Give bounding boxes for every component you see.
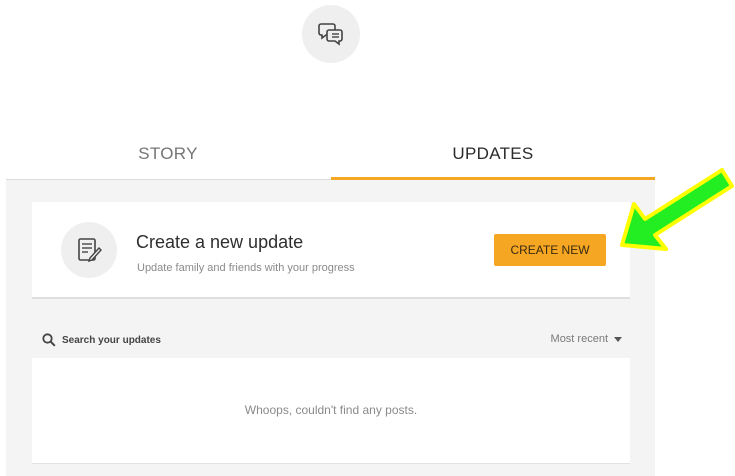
- tab-story[interactable]: STORY: [6, 128, 330, 180]
- speech-bubbles-icon: [318, 23, 343, 46]
- search-bar: Most recent: [32, 330, 630, 350]
- caret-down-icon: [614, 336, 622, 342]
- tab-updates[interactable]: UPDATES: [331, 128, 655, 180]
- search-icon: [42, 333, 56, 347]
- create-update-subtitle: Update family and friends with your prog…: [137, 262, 355, 274]
- tab-bar: STORY UPDATES: [6, 128, 655, 180]
- green-arrow-icon: [620, 168, 734, 251]
- sort-dropdown[interactable]: Most recent: [551, 333, 622, 345]
- search-input[interactable]: [62, 332, 262, 348]
- notepad-edit-icon: [78, 238, 102, 263]
- active-tab-indicator: [331, 177, 655, 180]
- empty-state-message: Whoops, couldn't find any posts.: [244, 403, 418, 417]
- updates-icon-circle: [302, 5, 360, 63]
- create-update-card: Create a new update Update family and fr…: [32, 202, 630, 299]
- create-new-button[interactable]: CREATE NEW: [494, 234, 606, 266]
- posts-list: Whoops, couldn't find any posts.: [32, 358, 630, 464]
- updates-panel: Create a new update Update family and fr…: [6, 180, 655, 476]
- sort-label: Most recent: [550, 333, 608, 345]
- create-update-title: Create a new update: [136, 232, 304, 252]
- card-icon-circle: [61, 222, 117, 278]
